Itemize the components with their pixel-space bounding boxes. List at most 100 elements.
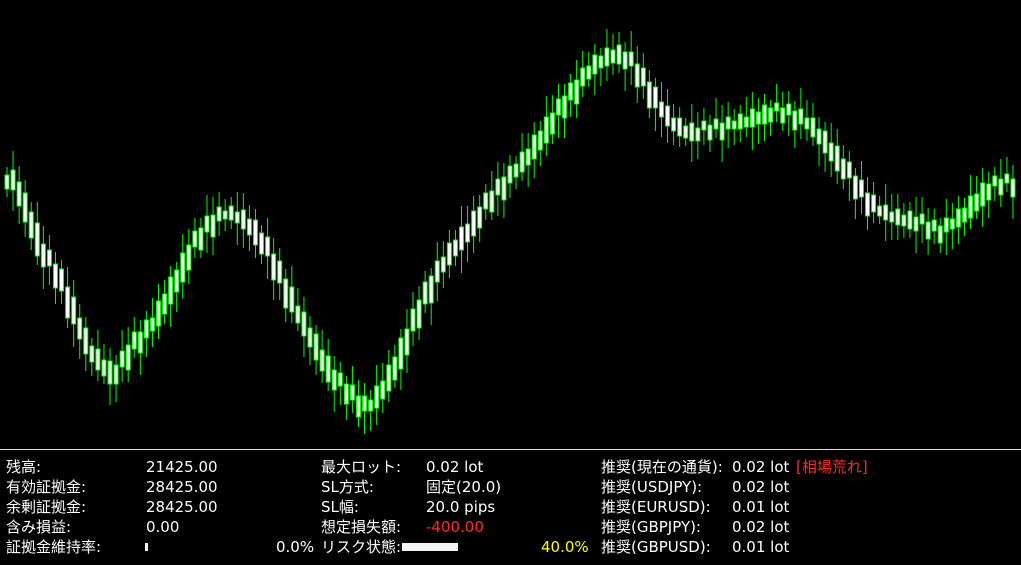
candle-body (937, 225, 943, 244)
candle-body (313, 333, 319, 361)
candle-body (416, 299, 422, 329)
candle-body (28, 211, 34, 239)
candle-body (374, 385, 380, 409)
candle-body (743, 116, 749, 128)
candle-body (252, 219, 258, 246)
candle-body (858, 179, 864, 198)
candle-body (337, 372, 343, 387)
candle-body (168, 276, 174, 305)
candle-body (792, 110, 798, 131)
candle-body (871, 194, 877, 213)
candle-body (301, 311, 307, 337)
candle-body (83, 327, 89, 355)
candle-body (774, 102, 780, 112)
market-volatility-badge: [相場荒れ] (796, 458, 868, 476)
candle-body (555, 98, 561, 116)
candle-body (343, 383, 349, 405)
max-lot-value: 0.02 lot (426, 458, 484, 476)
candle-body (180, 252, 186, 283)
candle-body (549, 112, 555, 135)
recommended-gbpjpy-value: 0.02 lot (732, 518, 790, 536)
balance-value: 21425.00 (146, 458, 218, 476)
recommended-eurusd-value: 0.01 lot (732, 498, 790, 516)
candle-body (216, 206, 222, 222)
recommended-gbpjpy-label: 推奨(GBPJPY): (601, 518, 702, 536)
candle-body (961, 207, 967, 223)
margin-level-value: 0.0% (276, 538, 315, 556)
candle-body (925, 221, 931, 240)
candle-body (34, 222, 40, 257)
candle-body (519, 151, 525, 173)
recommended-gbpusd-value: 0.01 lot (732, 538, 790, 556)
candle-body (404, 328, 410, 356)
candle-body (719, 122, 725, 141)
candle-body (71, 296, 77, 325)
floating-pl-label: 含み損益: (6, 518, 72, 536)
candle-body (537, 130, 543, 151)
balance-label: 残高: (6, 458, 42, 476)
candle-body (598, 55, 604, 69)
candle-body (398, 337, 404, 370)
candle-body (246, 218, 252, 236)
candle-body (295, 305, 301, 324)
candle-body (634, 63, 640, 88)
candle-body (452, 239, 458, 257)
candle-body (331, 369, 337, 391)
candle-body (204, 215, 210, 233)
candle-body (974, 193, 980, 212)
candle-body (434, 260, 440, 283)
candle-body (737, 113, 743, 130)
candle-body (804, 117, 810, 130)
candle-body (877, 205, 883, 217)
candle-body (471, 210, 477, 237)
candle-body (125, 344, 131, 371)
candle-body (755, 111, 761, 125)
candle-body (780, 107, 786, 124)
candle-body (265, 236, 271, 257)
risk-state-bar (402, 543, 542, 551)
max-lot-label: 最大ロット: (321, 458, 402, 476)
candle-body (768, 107, 774, 123)
candle-body (949, 218, 955, 230)
candle-body (95, 348, 101, 371)
candle-body (955, 208, 961, 228)
candle-body (362, 395, 368, 412)
candle-body (240, 209, 246, 230)
candle-body (386, 364, 392, 392)
candle-body (10, 169, 16, 191)
candle-body (907, 210, 913, 230)
candle-body (968, 195, 974, 219)
recommended-gbpusd-label: 推奨(GBPUSD): (601, 538, 711, 556)
candle-body (440, 256, 446, 273)
candle-body (846, 161, 852, 179)
candle-body (149, 317, 155, 332)
effective-margin-label: 有効証拠金: (6, 478, 87, 496)
candle-body (628, 51, 634, 67)
recommended-eurusd-label: 推奨(EURUSD): (601, 498, 711, 516)
candle-body (143, 319, 149, 339)
candle-body (749, 108, 755, 128)
candle-body (428, 275, 434, 304)
expected-loss-label: 想定損失額: (321, 518, 402, 536)
candle-body (392, 356, 398, 381)
candle-body (186, 244, 192, 271)
candle-body (131, 331, 137, 350)
candle-body (865, 192, 871, 217)
sl-method-value: 固定(20.0) (426, 478, 502, 496)
candle-body (834, 145, 840, 172)
candle-body (228, 205, 234, 221)
candle-body (913, 216, 919, 232)
recommended-usdjpy-value: 0.02 lot (732, 478, 790, 496)
candle-body (816, 128, 822, 145)
candle-body (1004, 173, 1010, 184)
floating-pl-value: 0.00 (146, 518, 180, 536)
candle-body (271, 253, 277, 281)
trading-window: 残高: 21425.00 有効証拠金: 28425.00 余剰証拠金: 2842… (0, 0, 1021, 565)
candle-body (113, 364, 119, 385)
candle-body (883, 204, 889, 221)
candle-body (277, 260, 283, 284)
candle-body (895, 208, 901, 226)
candle-body (701, 120, 707, 131)
candle-body (677, 117, 683, 137)
candle-body (604, 47, 610, 67)
